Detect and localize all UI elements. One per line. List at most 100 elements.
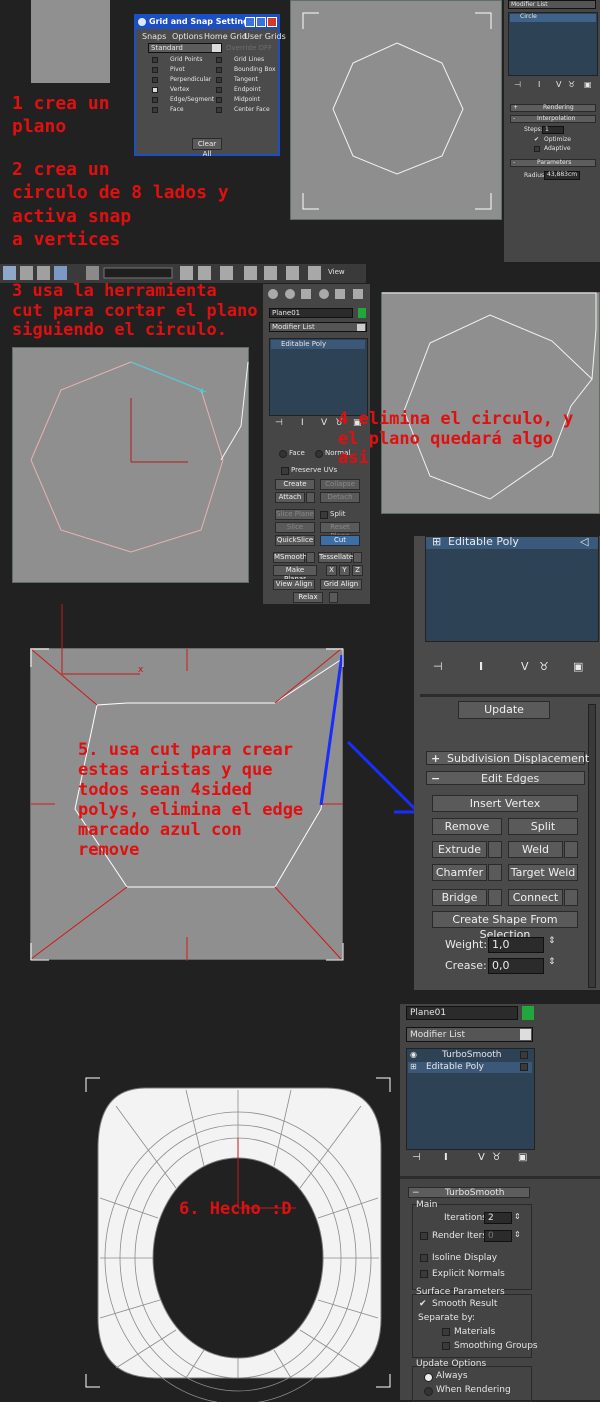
- configure-icon[interactable]: ▣: [584, 80, 592, 89]
- close-icon[interactable]: [267, 17, 277, 27]
- modifier-list-dropdown[interactable]: Modifier List: [406, 1027, 533, 1042]
- insert-vertex-button[interactable]: Insert Vertex: [432, 795, 578, 812]
- rollout-subdivision-displacement[interactable]: + Subdivision Displacement: [426, 751, 589, 765]
- make-planar-button[interactable]: Make Planar: [273, 565, 317, 583]
- slice-plane-button[interactable]: Slice Plane: [275, 509, 315, 520]
- planar-z-button[interactable]: Z: [352, 565, 363, 576]
- collapse-button[interactable]: Collapse: [320, 479, 360, 490]
- spinner-arrows-icon[interactable]: ⇕: [514, 1212, 521, 1221]
- cut-button[interactable]: Cut: [320, 535, 360, 546]
- grid-align-button[interactable]: Grid Align: [320, 579, 362, 590]
- relax-settings-icon[interactable]: [329, 592, 338, 603]
- stack-item-editable-poly[interactable]: Editable Poly: [271, 340, 365, 349]
- explicit-normals-checkbox[interactable]: [420, 1270, 428, 1278]
- relax-button[interactable]: Relax: [293, 592, 323, 603]
- target-weld-button[interactable]: Target Weld: [508, 864, 578, 881]
- object-name-field[interactable]: Plane01: [269, 308, 353, 318]
- tessellate-button[interactable]: Tessellate: [318, 552, 353, 563]
- rollout-interpolation[interactable]: - Interpolation: [510, 115, 596, 123]
- iterations-spinner[interactable]: 2: [484, 1212, 512, 1224]
- show-end-result-icon[interactable]: I: [444, 1152, 448, 1163]
- tab-snaps[interactable]: Snaps: [142, 32, 166, 41]
- snap-checkbox-edge-segment[interactable]: [152, 97, 158, 103]
- stack-toggle-checkbox[interactable]: [520, 1051, 528, 1059]
- create-shape-button[interactable]: Create Shape From Selection: [432, 911, 578, 941]
- slice-button[interactable]: Slice: [275, 522, 315, 533]
- snap-checkbox-bounding-box[interactable]: [216, 67, 222, 73]
- spinner-arrows-icon[interactable]: ⇕: [514, 1230, 521, 1239]
- rollout-rendering[interactable]: + Rendering: [510, 104, 596, 112]
- rollout-turbosmooth[interactable]: − TurboSmooth: [408, 1187, 530, 1198]
- make-unique-icon[interactable]: V: [521, 660, 529, 673]
- render-iters-checkbox[interactable]: [420, 1232, 428, 1240]
- stack-toggle-checkbox[interactable]: [520, 1063, 528, 1071]
- radio-normal[interactable]: [315, 450, 323, 458]
- show-end-result-icon[interactable]: I: [479, 660, 483, 673]
- spinner-arrows-icon[interactable]: ⇕: [548, 936, 556, 946]
- configure-icon[interactable]: ▣: [573, 660, 583, 673]
- remove-modifier-icon[interactable]: ♉: [568, 80, 575, 89]
- smoothing-groups-checkbox[interactable]: [442, 1342, 450, 1350]
- snap-checkbox-perpendicular[interactable]: [152, 77, 158, 83]
- extrude-settings-icon[interactable]: [488, 841, 502, 858]
- snap-checkbox-grid-points[interactable]: [152, 57, 158, 63]
- connect-settings-icon[interactable]: [564, 889, 578, 906]
- object-name-field[interactable]: Plane01: [406, 1006, 518, 1020]
- preserve-uvs-checkbox[interactable]: [281, 467, 289, 475]
- snap-checkbox-vertex[interactable]: [152, 87, 158, 93]
- make-unique-icon[interactable]: V: [321, 418, 327, 428]
- tab-home-grid[interactable]: Home Grid: [204, 32, 247, 41]
- show-end-result-icon[interactable]: I: [301, 418, 304, 428]
- radio-when-rendering[interactable]: [424, 1387, 433, 1396]
- snap-checkbox-pivot[interactable]: [152, 67, 158, 73]
- attach-settings-icon[interactable]: [306, 492, 315, 503]
- maximize-icon[interactable]: [256, 17, 266, 27]
- snap-checkbox-tangent[interactable]: [216, 77, 222, 83]
- steps-spinner[interactable]: 1: [542, 126, 564, 134]
- modifier-list-dropdown[interactable]: Modifier List: [508, 0, 596, 9]
- make-unique-icon[interactable]: V: [556, 80, 561, 89]
- stack-item-turbosmooth[interactable]: ◉ TurboSmooth: [408, 1050, 532, 1061]
- crease-spinner[interactable]: 0,0: [488, 958, 544, 974]
- rollout-edit-edges[interactable]: − Edit Edges: [426, 771, 585, 785]
- snap-type-dropdown[interactable]: Standard: [148, 43, 222, 53]
- pin-stack-icon[interactable]: ⊣: [275, 418, 283, 428]
- reset-plane-button[interactable]: Reset Plane: [320, 522, 360, 540]
- isoline-checkbox[interactable]: [420, 1254, 428, 1262]
- stack-item-circle[interactable]: Circle: [510, 13, 596, 22]
- quickslice-button[interactable]: QuickSlice: [275, 535, 315, 546]
- adaptive-checkbox[interactable]: [534, 146, 540, 152]
- view-label[interactable]: View: [328, 268, 345, 276]
- msmooth-button[interactable]: MSmooth: [273, 552, 307, 563]
- snap-checkbox-midpoint[interactable]: [216, 97, 222, 103]
- bridge-button[interactable]: Bridge: [432, 889, 487, 906]
- remove-button[interactable]: Remove: [432, 818, 502, 835]
- tab-user-grids[interactable]: User Grids: [244, 32, 286, 41]
- view-align-button[interactable]: View Align: [273, 579, 315, 590]
- planar-y-button[interactable]: Y: [339, 565, 350, 576]
- materials-checkbox[interactable]: [442, 1328, 450, 1336]
- make-unique-icon[interactable]: V: [478, 1152, 485, 1163]
- stack-item-editable-poly[interactable]: ⊞ Editable Poly: [408, 1062, 532, 1073]
- extrude-button[interactable]: Extrude: [432, 841, 487, 858]
- pin-stack-icon[interactable]: ⊣: [433, 660, 443, 673]
- pin-stack-icon[interactable]: ⊣: [514, 80, 521, 89]
- radio-face[interactable]: [279, 450, 287, 458]
- minimize-icon[interactable]: [245, 17, 255, 27]
- chamfer-settings-icon[interactable]: [488, 864, 502, 881]
- connect-button[interactable]: Connect: [508, 889, 563, 906]
- clear-all-button[interactable]: Clear All: [192, 138, 222, 158]
- snap-checkbox-endpoint[interactable]: [216, 87, 222, 93]
- object-color-swatch[interactable]: [358, 308, 366, 318]
- snap-checkbox-grid-lines[interactable]: [216, 57, 222, 63]
- smooth-result-check-icon[interactable]: ✔: [419, 1299, 427, 1309]
- attach-button[interactable]: Attach: [275, 492, 305, 503]
- render-iters-spinner[interactable]: 0: [484, 1230, 512, 1242]
- create-button[interactable]: Create: [275, 479, 315, 490]
- remove-modifier-icon[interactable]: ♉: [492, 1152, 501, 1163]
- update-button[interactable]: Update: [458, 701, 550, 719]
- detach-button[interactable]: Detach: [320, 492, 360, 503]
- stack-item-editable-poly[interactable]: ⊞ Editable Poly ◁: [426, 535, 598, 549]
- weld-button[interactable]: Weld: [508, 841, 563, 858]
- split-button[interactable]: Split: [508, 818, 578, 835]
